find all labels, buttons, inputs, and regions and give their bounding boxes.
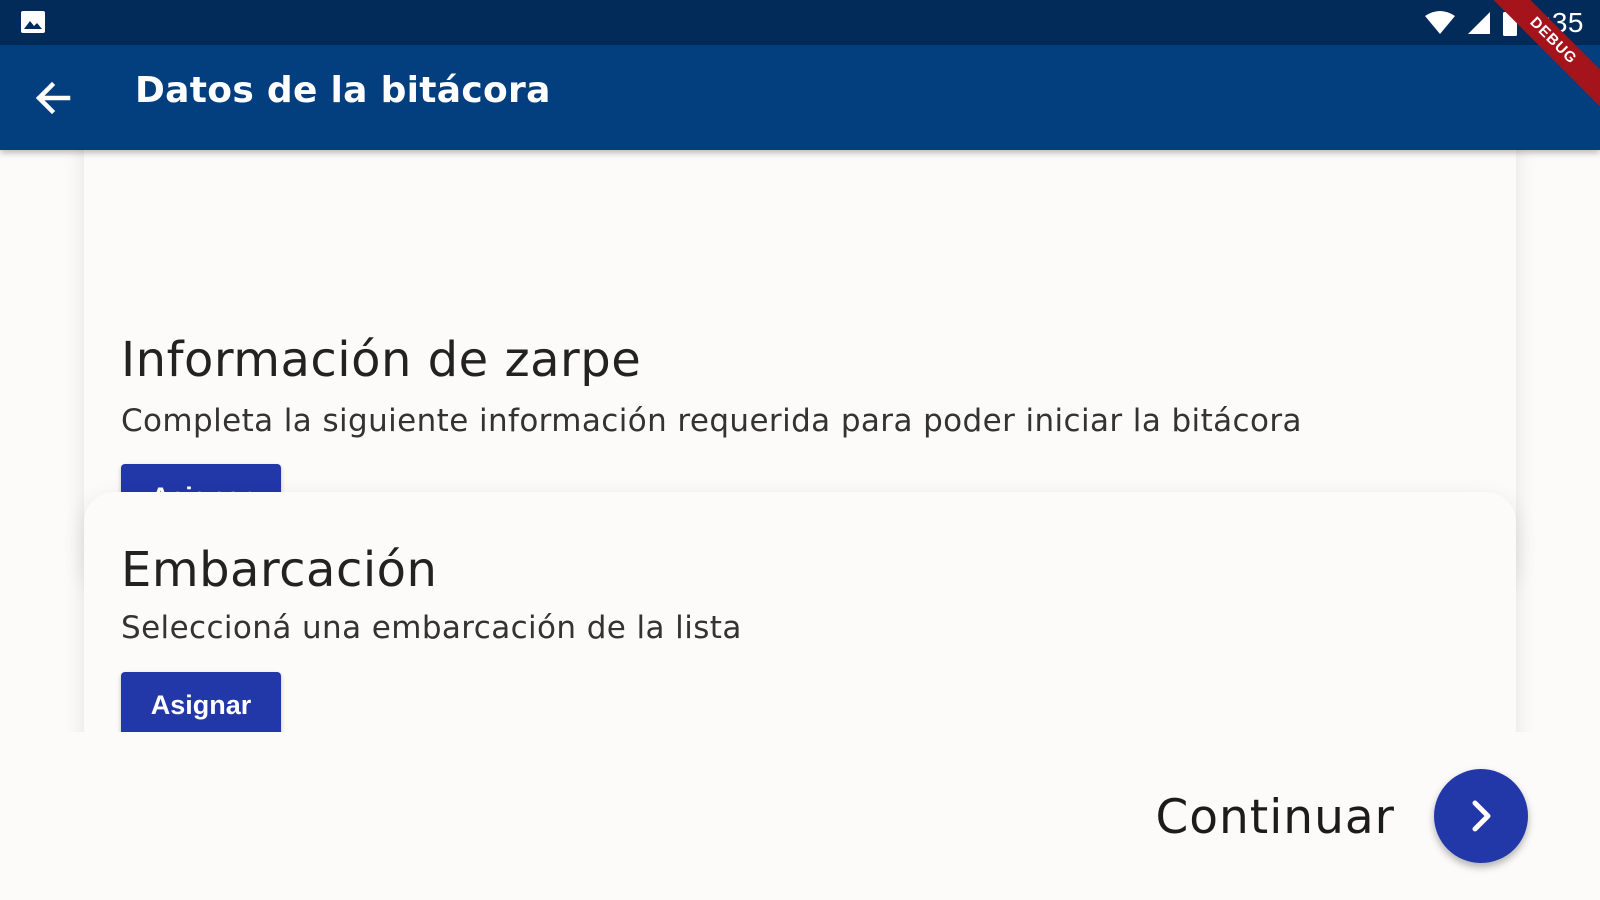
photo-icon [21, 11, 45, 33]
continue-button[interactable] [1434, 769, 1528, 863]
card-title: Información de zarpe [121, 332, 642, 388]
arrow-back-icon [35, 81, 71, 115]
footer: Continuar [0, 732, 1600, 900]
status-bar: 1:35 [0, 0, 1600, 45]
vessel-card: Embarcación Seleccioná una embarcación d… [84, 492, 1516, 732]
card-title: Embarcación [121, 542, 438, 598]
continue-label: Continuar [1155, 790, 1395, 845]
card-subtitle: Completa la siguiente información requer… [121, 403, 1302, 439]
card-subtitle: Seleccioná una embarcación de la lista [121, 610, 742, 646]
wifi-icon [1424, 11, 1455, 34]
app-bar: Datos de la bitácora [0, 45, 1600, 150]
page-title: Datos de la bitácora [135, 70, 551, 111]
chevron-right-icon [1472, 800, 1491, 832]
signal-icon [1467, 12, 1490, 34]
assign-vessel-button[interactable]: Asignar [121, 672, 281, 732]
content-list[interactable]: Información de zarpe Completa la siguien… [0, 150, 1600, 732]
back-button[interactable] [28, 73, 78, 123]
